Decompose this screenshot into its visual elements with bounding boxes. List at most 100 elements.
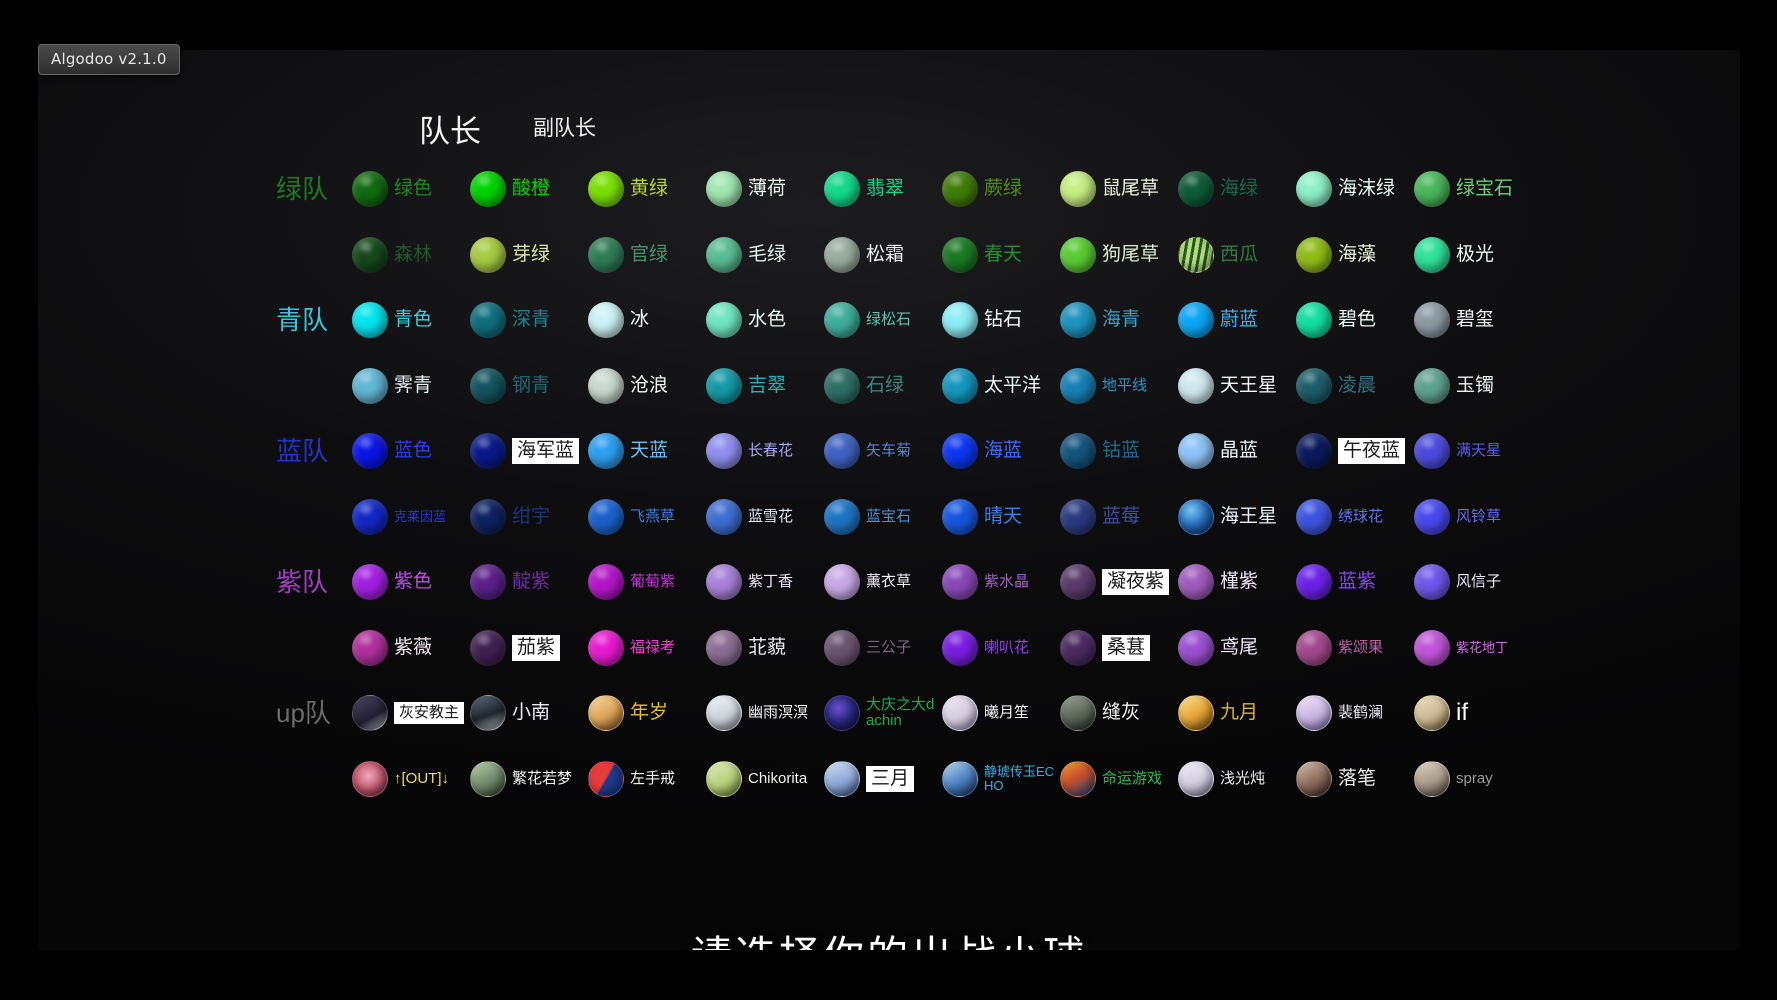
ball-option[interactable]: 春天 [942, 226, 1060, 284]
ball-icon[interactable] [824, 433, 860, 469]
ball-icon[interactable] [470, 368, 506, 404]
ball-option[interactable]: 风铃草 [1414, 488, 1532, 546]
ball-icon[interactable] [1296, 761, 1332, 797]
ball-icon[interactable] [1060, 237, 1096, 273]
ball-icon[interactable] [706, 237, 742, 273]
ball-option[interactable]: 矢车菊 [824, 422, 942, 480]
ball-option[interactable]: 静琥传玉ECHO [942, 750, 1060, 808]
ball-icon[interactable] [824, 171, 860, 207]
ball-option[interactable]: 吉翠 [706, 357, 824, 415]
ball-icon[interactable] [942, 564, 978, 600]
ball-icon[interactable] [1414, 171, 1450, 207]
ball-option[interactable]: 玉镯 [1414, 357, 1532, 415]
ball-icon[interactable] [942, 695, 978, 731]
ball-option[interactable]: 晴天 [942, 488, 1060, 546]
ball-icon[interactable] [352, 368, 388, 404]
ball-icon[interactable] [1296, 499, 1332, 535]
ball-option[interactable]: 绣球花 [1296, 488, 1414, 546]
ball-option[interactable]: 紫丁香 [706, 553, 824, 611]
ball-option[interactable]: 蔚蓝 [1178, 291, 1296, 349]
ball-icon[interactable] [588, 368, 624, 404]
ball-icon[interactable] [470, 237, 506, 273]
ball-option[interactable]: 冰 [588, 291, 706, 349]
ball-option[interactable]: 鼠尾草 [1060, 160, 1178, 218]
ball-option[interactable]: 深青 [470, 291, 588, 349]
ball-option[interactable]: 绿色 [352, 160, 470, 218]
ball-option[interactable]: ↑[OUT]↓ [352, 750, 470, 808]
ball-option[interactable]: 芽绿 [470, 226, 588, 284]
ball-option[interactable]: 天蓝 [588, 422, 706, 480]
ball-option[interactable]: 沧浪 [588, 357, 706, 415]
ball-icon[interactable] [1178, 499, 1214, 535]
ball-option[interactable]: 风信子 [1414, 553, 1532, 611]
ball-option[interactable]: 碧玺 [1414, 291, 1532, 349]
ball-icon[interactable] [824, 302, 860, 338]
ball-icon[interactable] [352, 302, 388, 338]
ball-icon[interactable] [824, 761, 860, 797]
ball-option[interactable]: 钴蓝 [1060, 422, 1178, 480]
ball-option[interactable]: 翡翠 [824, 160, 942, 218]
ball-option[interactable]: 蓝莓 [1060, 488, 1178, 546]
ball-icon[interactable] [1178, 564, 1214, 600]
ball-option[interactable]: 西瓜 [1178, 226, 1296, 284]
ball-option[interactable]: 官绿 [588, 226, 706, 284]
ball-option[interactable]: 毛绿 [706, 226, 824, 284]
ball-icon[interactable] [1414, 302, 1450, 338]
ball-option[interactable]: 酸橙 [470, 160, 588, 218]
ball-icon[interactable] [352, 433, 388, 469]
ball-icon[interactable] [1296, 302, 1332, 338]
ball-icon[interactable] [588, 761, 624, 797]
ball-option[interactable]: 鸢尾 [1178, 619, 1296, 677]
ball-icon[interactable] [824, 630, 860, 666]
ball-option[interactable]: 槿紫 [1178, 553, 1296, 611]
ball-icon[interactable] [1178, 761, 1214, 797]
ball-icon[interactable] [352, 695, 388, 731]
ball-icon[interactable] [470, 695, 506, 731]
ball-option[interactable]: 海绿 [1178, 160, 1296, 218]
ball-icon[interactable] [1414, 695, 1450, 731]
ball-option[interactable]: 三月 [824, 750, 942, 808]
ball-option[interactable]: 满天星 [1414, 422, 1532, 480]
ball-icon[interactable] [824, 564, 860, 600]
ball-option[interactable]: 紫花地丁 [1414, 619, 1532, 677]
ball-icon[interactable] [1178, 695, 1214, 731]
ball-icon[interactable] [470, 499, 506, 535]
ball-option[interactable]: 海军蓝 [470, 422, 588, 480]
ball-option[interactable]: 蓝紫 [1296, 553, 1414, 611]
ball-option[interactable]: 森林 [352, 226, 470, 284]
ball-icon[interactable] [706, 761, 742, 797]
ball-option[interactable]: 薄荷 [706, 160, 824, 218]
ball-option[interactable]: if [1414, 684, 1532, 742]
ball-option[interactable]: 小南 [470, 684, 588, 742]
ball-icon[interactable] [942, 433, 978, 469]
ball-icon[interactable] [1414, 237, 1450, 273]
ball-icon[interactable] [942, 302, 978, 338]
ball-option[interactable]: 碧色 [1296, 291, 1414, 349]
ball-option[interactable]: 喇叭花 [942, 619, 1060, 677]
game-canvas[interactable]: 队长 副队长 绿队 绿色 酸橙 黄绿 薄荷 翡翠 蕨绿 鼠尾草 海绿 海沫绿 绿宝石 森林 芽绿 官绿 毛绿… [38, 50, 1740, 950]
ball-option[interactable]: 长春花 [706, 422, 824, 480]
ball-icon[interactable] [1060, 695, 1096, 731]
ball-option[interactable]: 蓝色 [352, 422, 470, 480]
ball-option[interactable]: 蓝宝石 [824, 488, 942, 546]
ball-icon[interactable] [706, 171, 742, 207]
ball-icon[interactable] [824, 368, 860, 404]
ball-option[interactable]: 绿松石 [824, 291, 942, 349]
ball-option[interactable]: 天王星 [1178, 357, 1296, 415]
ball-icon[interactable] [1296, 433, 1332, 469]
ball-icon[interactable] [588, 302, 624, 338]
ball-option[interactable]: 海蓝 [942, 422, 1060, 480]
ball-icon[interactable] [706, 433, 742, 469]
ball-option[interactable]: 凌晨 [1296, 357, 1414, 415]
ball-icon[interactable] [1414, 761, 1450, 797]
ball-icon[interactable] [1178, 171, 1214, 207]
ball-icon[interactable] [942, 499, 978, 535]
ball-option[interactable]: 绀宇 [470, 488, 588, 546]
ball-icon[interactable] [588, 630, 624, 666]
ball-icon[interactable] [1414, 630, 1450, 666]
ball-icon[interactable] [1178, 630, 1214, 666]
ball-option[interactable]: 浅光炖 [1178, 750, 1296, 808]
ball-icon[interactable] [1178, 433, 1214, 469]
ball-option[interactable]: 紫色 [352, 553, 470, 611]
ball-icon[interactable] [470, 630, 506, 666]
